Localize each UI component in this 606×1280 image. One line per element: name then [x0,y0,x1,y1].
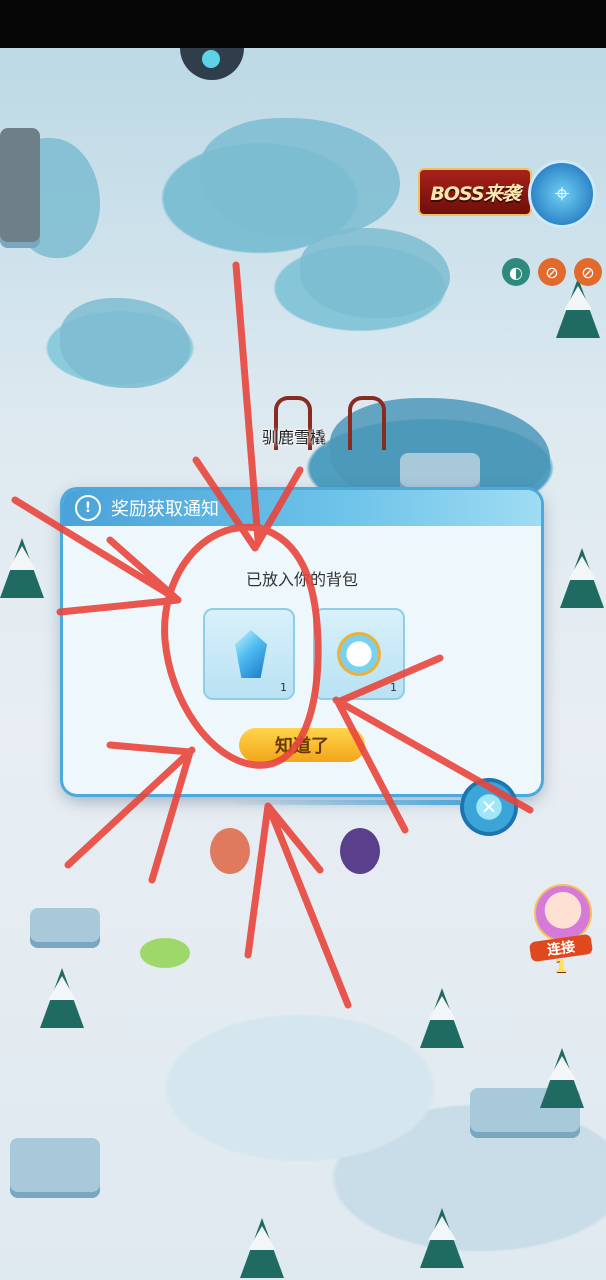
item-count: 1 [280,681,287,694]
map-button[interactable]: ⌖ [528,160,596,228]
reindeer-antler [348,396,386,450]
dialog-subtitle: 已放入你的背包 [245,570,358,589]
ice-rock [400,453,480,493]
machine-structure [0,128,40,248]
npc-name: 驯鹿雪橇 [262,428,327,447]
combo-count: 1 [554,956,568,977]
map-icon: ⌖ [554,178,570,209]
pet-character[interactable] [340,828,380,874]
golden-compass-icon [337,632,381,676]
no-effects-icon[interactable]: ⊘ [574,258,602,286]
blue-crystal-icon [235,630,267,678]
ice-rock [10,1138,100,1198]
player-character[interactable] [210,828,250,874]
mute-icon[interactable]: ⊘ [538,258,566,286]
reward-dialog: ! 奖励获取通知 已放入你的背包 1 1 知道了 [63,490,541,794]
pine-tree [240,1218,284,1278]
dialog-header: ! 奖励获取通知 [63,490,541,526]
pine-tree [420,988,464,1048]
item-count: 1 [390,681,397,694]
reward-item-slot[interactable]: 1 [203,608,295,700]
boss-attack-button[interactable]: BOSS来袭 [418,168,532,216]
pine-tree [540,1048,584,1108]
top-creature [180,48,244,80]
dialog-title: 奖励获取通知 [111,499,219,520]
dialog-bottom-line [230,800,460,805]
pine-tree [560,548,604,608]
close-button[interactable]: ✕ [460,778,518,836]
sound-icon[interactable]: ◐ [502,258,530,286]
green-bush [140,938,190,968]
frozen-pond [300,228,450,318]
frozen-pond [200,118,400,238]
pine-tree [40,968,84,1028]
frozen-pond [60,298,190,388]
pine-tree [556,278,600,338]
pine-tree [0,538,44,598]
status-bar [0,0,606,48]
combo-badge[interactable]: 连接 1 [528,884,594,980]
alert-icon: ! [75,495,101,521]
reward-item-slot[interactable]: 1 [313,608,405,700]
combo-avatar [534,884,592,942]
close-icon: ✕ [480,795,498,819]
pine-tree [420,1208,464,1268]
confirm-button[interactable]: 知道了 [239,728,365,762]
ice-rock [30,908,100,948]
